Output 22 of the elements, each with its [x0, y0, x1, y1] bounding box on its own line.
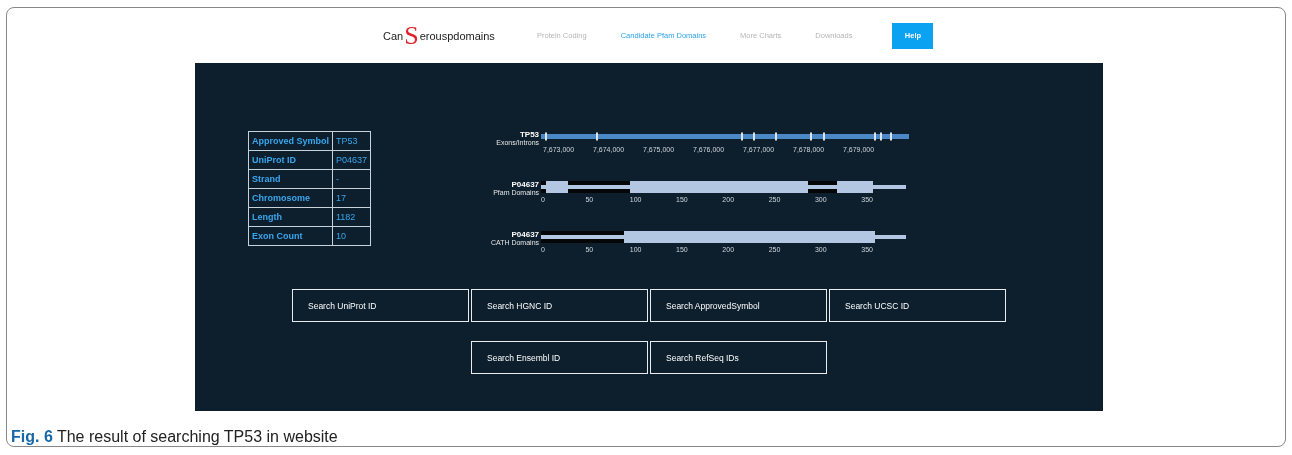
search-button[interactable]: Search UniProt ID — [292, 289, 469, 322]
table-cell: Approved Symbol — [248, 131, 333, 151]
table-cell: 17 — [332, 188, 371, 208]
track-title: TP53 — [519, 131, 540, 139]
table-cell: 1182 — [332, 207, 371, 227]
table-cell: Strand — [248, 169, 333, 189]
search-button[interactable]: Search Ensembl ID — [471, 341, 648, 374]
table-cell: Chromosome — [248, 188, 333, 208]
search-button[interactable]: Search HGNC ID — [471, 289, 648, 322]
track-title: P04637 — [511, 231, 540, 239]
table-cell: P04637 — [332, 150, 371, 170]
table-cell: Length — [248, 207, 333, 227]
table-cell: Exon Count — [248, 226, 333, 246]
search-button[interactable]: Search RefSeq IDs — [650, 341, 827, 374]
search-button[interactable]: Search UCSC ID — [829, 289, 1006, 322]
search-button[interactable]: Search ApprovedSymbol — [650, 289, 827, 322]
figure-caption: Fig. 6 The result of searching TP53 in website — [11, 428, 339, 446]
track-title: P04637 — [511, 181, 540, 189]
table-cell: 10 — [332, 226, 371, 246]
table-cell: UniProt ID — [248, 150, 333, 170]
table-cell: TP53 — [332, 131, 371, 151]
table-cell: - — [332, 169, 371, 189]
